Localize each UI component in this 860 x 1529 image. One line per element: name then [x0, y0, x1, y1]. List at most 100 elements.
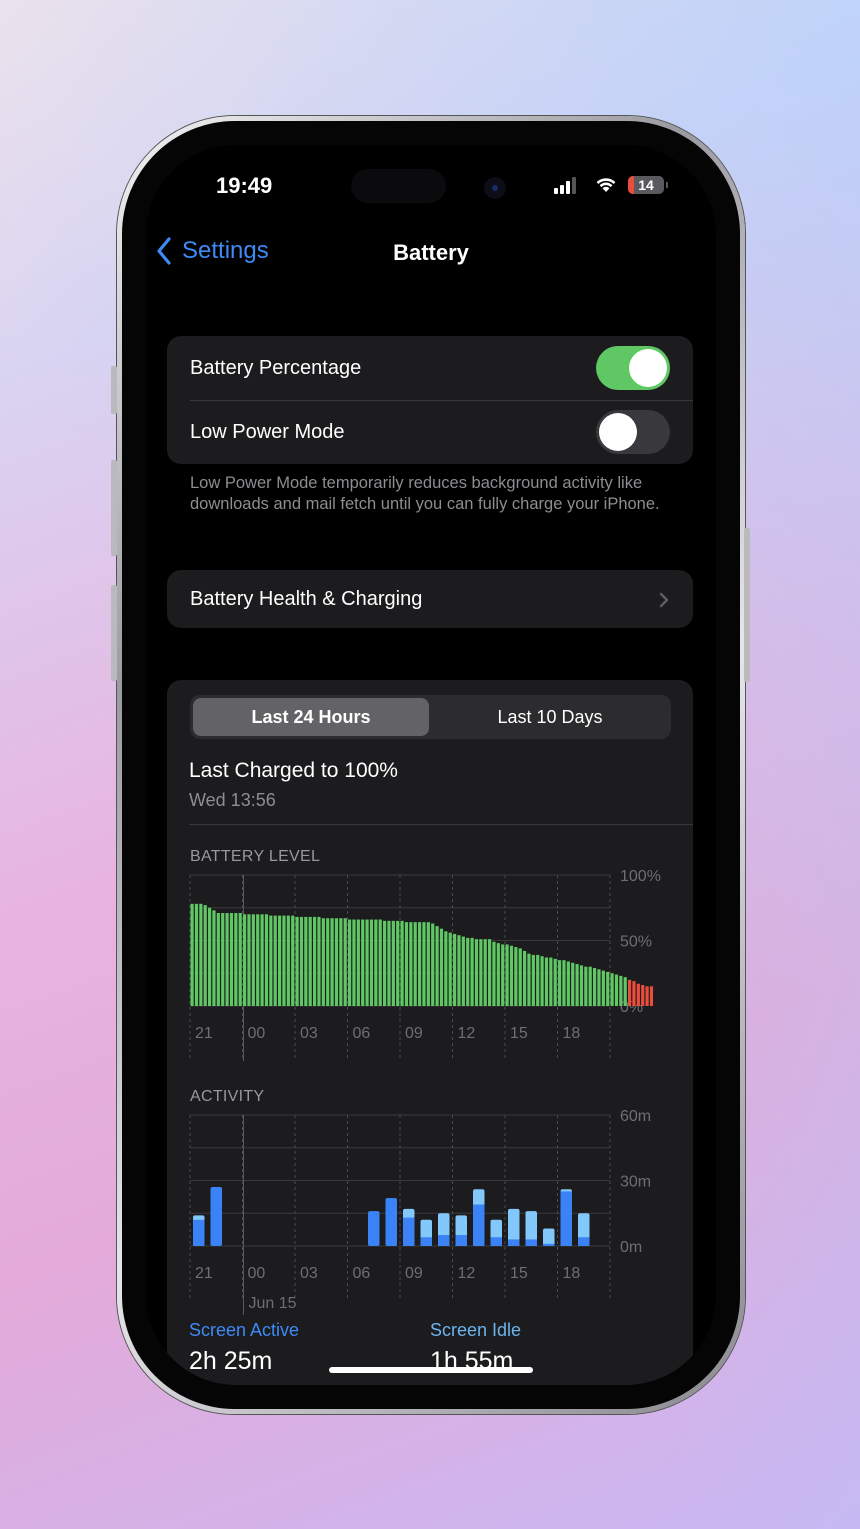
x-tick-label: 09	[405, 1265, 423, 1282]
x-tick-label: 18	[563, 1025, 581, 1042]
activity-bar-idle	[490, 1219, 502, 1240]
battery-bar	[304, 916, 308, 1006]
battery-bar	[295, 916, 299, 1006]
activity-bar-idle	[473, 1189, 485, 1207]
battery-bar	[636, 983, 640, 1006]
y-tick-label: 50%	[620, 934, 652, 951]
time-range-segmented-control: Last 24 Hours Last 10 Days	[190, 695, 671, 739]
low-power-mode-toggle[interactable]	[596, 410, 670, 454]
battery-bar	[645, 986, 649, 1006]
front-camera	[484, 177, 506, 199]
status-time: 19:49	[216, 173, 273, 198]
activity-bar-active	[473, 1204, 485, 1246]
x-tick-label: 12	[458, 1025, 476, 1042]
battery-bar	[606, 971, 610, 1006]
battery-bar	[435, 926, 439, 1006]
screen-active-value: 2h 25m	[189, 1347, 273, 1375]
low-power-mode-footnote: Low Power Mode temporarily reduces backg…	[190, 474, 660, 513]
battery-bar	[321, 918, 325, 1006]
battery-bar	[348, 919, 352, 1006]
x-tick-label: 15	[510, 1025, 528, 1042]
battery-bar	[317, 916, 321, 1006]
battery-bar	[536, 954, 540, 1006]
toggle-knob	[629, 349, 667, 387]
battery-bar	[247, 914, 251, 1006]
battery-bar	[453, 933, 457, 1006]
battery-bar	[243, 914, 247, 1006]
wifi-icon	[596, 178, 616, 192]
low-power-mode-label: Low Power Mode	[190, 420, 345, 443]
activity-bar-idle	[420, 1219, 432, 1240]
battery-icon: 14	[628, 176, 664, 194]
battery-health-row[interactable]: Battery Health & Charging	[167, 570, 693, 628]
battery-bar	[330, 918, 334, 1006]
battery-health-label: Battery Health & Charging	[190, 587, 423, 610]
battery-bar	[619, 975, 623, 1006]
activity-bar-active	[420, 1237, 432, 1246]
battery-bar	[308, 916, 312, 1006]
battery-percentage-row: Battery Percentage	[167, 336, 693, 400]
battery-bar	[396, 920, 400, 1006]
battery-bar	[194, 903, 199, 1006]
battery-bar	[369, 919, 374, 1006]
home-indicator[interactable]	[329, 1367, 533, 1373]
battery-bar	[343, 918, 347, 1006]
battery-bar	[269, 915, 273, 1006]
battery-bar	[496, 943, 500, 1006]
screen-active-label: Screen Active	[189, 1320, 300, 1340]
battery-bar	[461, 936, 465, 1006]
battery-percentage-toggle[interactable]	[596, 346, 670, 390]
battery-bar	[356, 919, 360, 1006]
battery-bar	[518, 948, 522, 1006]
activity-bar-active	[403, 1217, 415, 1246]
cellular-signal-icon	[554, 177, 576, 194]
battery-bar	[540, 956, 544, 1006]
activity-bar-active	[368, 1211, 380, 1246]
battery-bar	[597, 969, 601, 1006]
battery-bar	[256, 914, 260, 1006]
activity-bar-active	[210, 1187, 222, 1246]
battery-bar	[238, 912, 242, 1006]
activity-bar-idle	[438, 1213, 450, 1238]
activity-bar-active	[578, 1237, 590, 1246]
y-tick-label: 0m	[620, 1239, 642, 1256]
screen-idle-label: Screen Idle	[430, 1320, 522, 1340]
battery-bar	[234, 912, 238, 1006]
battery-bar	[523, 950, 527, 1006]
x-tick-label: 03	[300, 1265, 318, 1282]
battery-bar	[216, 912, 220, 1006]
tab-last-10-days[interactable]: Last 10 Days	[432, 698, 668, 736]
battery-bar	[326, 918, 330, 1006]
dynamic-island	[351, 169, 446, 203]
battery-bar	[593, 968, 597, 1006]
battery-bar	[208, 907, 212, 1006]
battery-bar	[273, 915, 277, 1006]
battery-bar	[409, 922, 413, 1006]
battery-bar	[203, 905, 207, 1006]
battery-bar	[190, 903, 194, 1006]
date-label: Jun 15	[249, 1295, 297, 1312]
battery-level-chart-title: BATTERY LEVEL	[190, 848, 321, 865]
battery-level-chart: 100%50%0%21 00 03 06 09 12 15 18	[189, 868, 661, 1061]
tab-last-24-hours[interactable]: Last 24 Hours	[193, 698, 429, 736]
low-power-mode-row: Low Power Mode	[167, 400, 693, 464]
battery-bar	[251, 914, 255, 1006]
battery-bar	[579, 965, 584, 1006]
activity-bar-active	[508, 1239, 520, 1246]
back-button-label: Settings	[182, 237, 269, 264]
x-tick-label: 12	[458, 1265, 476, 1282]
chevron-right-icon	[659, 592, 669, 608]
back-button[interactable]: Settings	[156, 237, 269, 265]
volume-down-button	[111, 585, 117, 681]
battery-bar	[479, 939, 483, 1006]
x-tick-label: 03	[300, 1025, 318, 1042]
battery-bar	[264, 914, 269, 1006]
activity-chart-title: ACTIVITY	[190, 1088, 265, 1105]
battery-bar	[299, 916, 304, 1006]
battery-bar	[610, 973, 614, 1006]
x-tick-label: 00	[248, 1025, 266, 1042]
toggle-knob	[599, 413, 637, 451]
activity-bar-active	[193, 1219, 205, 1246]
y-tick-label: 100%	[620, 868, 661, 885]
activity-bar-active	[385, 1197, 397, 1246]
